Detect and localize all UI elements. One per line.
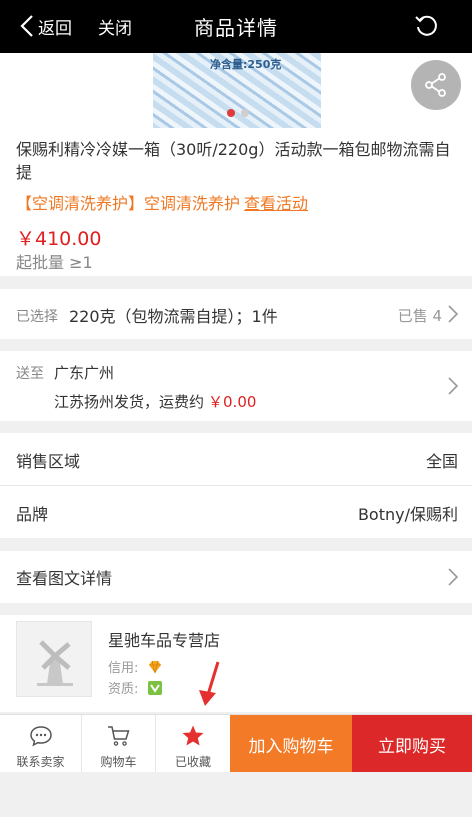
diamond-icon	[148, 660, 161, 674]
ship-from-text: 江苏扬州发货，运费约	[54, 393, 205, 411]
ship-from-info: 江苏扬州发货，运费约 ￥0.00	[54, 391, 256, 412]
attr-key: 品牌	[16, 505, 49, 524]
jar-label-text: 净含量:250克	[210, 58, 282, 71]
share-icon	[425, 73, 446, 97]
carousel-dot[interactable]	[241, 109, 249, 117]
shop-qualification: 资质:	[108, 678, 163, 697]
selected-value: 220克（包物流需自提）；1件	[69, 307, 278, 326]
buy-now-button[interactable]: 立即购买	[352, 715, 472, 773]
star-icon	[182, 725, 204, 746]
attr-value: Botny/保赐利	[357, 505, 458, 524]
product-info: 保赐利精冷冷媒一箱（30听/220g）活动款一箱包邮物流需自提 【空调清洗养护】…	[0, 128, 472, 276]
annotation-arrow-icon	[199, 661, 220, 706]
sold-count: 已售 4	[397, 307, 442, 325]
product-image-carousel[interactable]: 净含量:250克	[0, 53, 472, 128]
qualification-label: 资质:	[108, 682, 139, 697]
contact-seller-button[interactable]: 联系卖家	[0, 715, 82, 773]
cart-button[interactable]: 购物车	[82, 715, 156, 773]
product-name: 保赐利精冷冷媒一箱（30听/220g）活动款一箱包邮物流需自提	[16, 140, 451, 182]
chevron-right-icon	[448, 305, 458, 323]
credit-label: 信用:	[108, 661, 139, 676]
favorite-button[interactable]: 已收藏	[156, 715, 230, 773]
contact-seller-label: 联系卖家	[16, 755, 65, 769]
shipping-row[interactable]: 送至 广东广州 江苏扬州发货，运费约 ￥0.00	[0, 351, 472, 421]
selected-spec-row[interactable]: 已选择 220克（包物流需自提）；1件 已售 4	[0, 289, 472, 339]
view-details-label: 查看图文详情	[16, 569, 113, 588]
view-activity-link[interactable]: 查看活动	[244, 194, 308, 213]
chevron-right-icon	[448, 568, 458, 586]
shop-credit: 信用:	[108, 657, 163, 676]
ship-to-label: 送至	[16, 366, 44, 382]
product-price: ￥410.00	[16, 228, 102, 250]
favorite-label: 已收藏	[174, 755, 211, 769]
windmill-icon	[37, 640, 73, 686]
selected-label: 已选择	[16, 309, 58, 325]
attributes-section: 销售区域 全国 品牌 Botny/保赐利	[0, 433, 472, 538]
view-details-row[interactable]: 查看图文详情	[0, 551, 472, 603]
chevron-right-icon	[448, 377, 458, 395]
verified-badge-icon	[147, 681, 162, 695]
chat-bubble-icon	[29, 726, 52, 747]
share-button[interactable]	[411, 60, 461, 110]
shipping-fee: ￥0.00	[208, 393, 257, 411]
min-order-qty: 起批量 ≥1	[16, 253, 93, 272]
attr-value: 全国	[425, 452, 458, 471]
bottom-action-bar: 联系卖家 购物车 已收藏 加入购物车 立即购买	[0, 714, 472, 773]
attr-row-brand: 品牌 Botny/保赐利	[0, 486, 472, 538]
cart-icon	[107, 726, 130, 746]
refresh-icon[interactable]	[414, 13, 440, 39]
attr-key: 销售区域	[16, 452, 81, 471]
page-title: 商品详情	[194, 16, 278, 40]
bottom-padding	[0, 772, 472, 817]
top-nav-bar: 返回 关闭 商品详情	[0, 0, 472, 53]
add-to-cart-button[interactable]: 加入购物车	[230, 715, 352, 773]
ship-to-city: 广东广州	[54, 364, 115, 382]
promo-line: 【空调清洗养护】空调清洗养护 查看活动	[16, 190, 308, 214]
cart-label: 购物车	[100, 755, 137, 769]
shop-name: 星驰车品专营店	[108, 631, 221, 650]
promo-tag: 【空调清洗养护】空调清洗养护	[16, 194, 241, 213]
attr-row-region: 销售区域 全国	[0, 433, 472, 485]
shop-card[interactable]: 星驰车品专营店 信用: 资质:	[0, 615, 472, 712]
carousel-dot-active[interactable]	[227, 109, 235, 117]
shop-logo	[16, 621, 92, 697]
